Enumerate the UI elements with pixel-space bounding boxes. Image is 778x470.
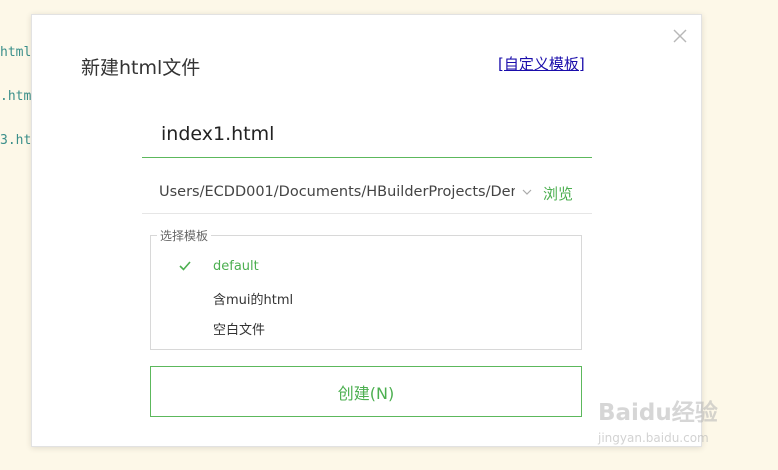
location-row: Users/ECDD001/Documents/HBuilderProjects… [142,177,592,214]
code-line[interactable]: .htm [0,89,31,104]
template-option-label: 含mui的html [213,293,294,308]
template-selector: 选择模板 default 含mui的html 空白文件 [150,227,582,350]
watermark-logo: Baidu经验 [598,400,718,426]
filename-field [142,111,592,158]
filename-input[interactable] [142,111,592,157]
close-icon[interactable] [671,27,689,45]
location-path[interactable]: Users/ECDD001/Documents/HBuilderProjects… [159,184,515,200]
template-option-default[interactable]: default [151,254,581,282]
template-option-label: 空白文件 [213,323,266,338]
check-icon [179,261,191,271]
watermark-url: jingyan.baidu.com [598,431,709,445]
template-option-mui-html[interactable]: 含mui的html [151,284,581,312]
close-button[interactable] [671,27,689,45]
dialog-title: 新建html文件 [81,57,201,79]
create-button[interactable]: 创建(N) [150,366,582,417]
browse-button[interactable]: 浏览 [543,183,573,204]
custom-template-link[interactable]: [自定义模板] [498,53,585,74]
code-line[interactable]: html [0,45,31,60]
template-option-blank[interactable]: 空白文件 [151,314,581,342]
template-option-label: default [213,259,259,274]
watermark: Baidu经验 jingyan.baidu.com [592,393,742,453]
template-group-label: 选择模板 [157,227,212,244]
new-html-file-dialog: 新建html文件 [自定义模板] Users/ECDD001/Documents… [31,14,702,447]
chevron-down-icon[interactable] [521,186,533,198]
code-line[interactable]: 3.ht [0,133,31,148]
